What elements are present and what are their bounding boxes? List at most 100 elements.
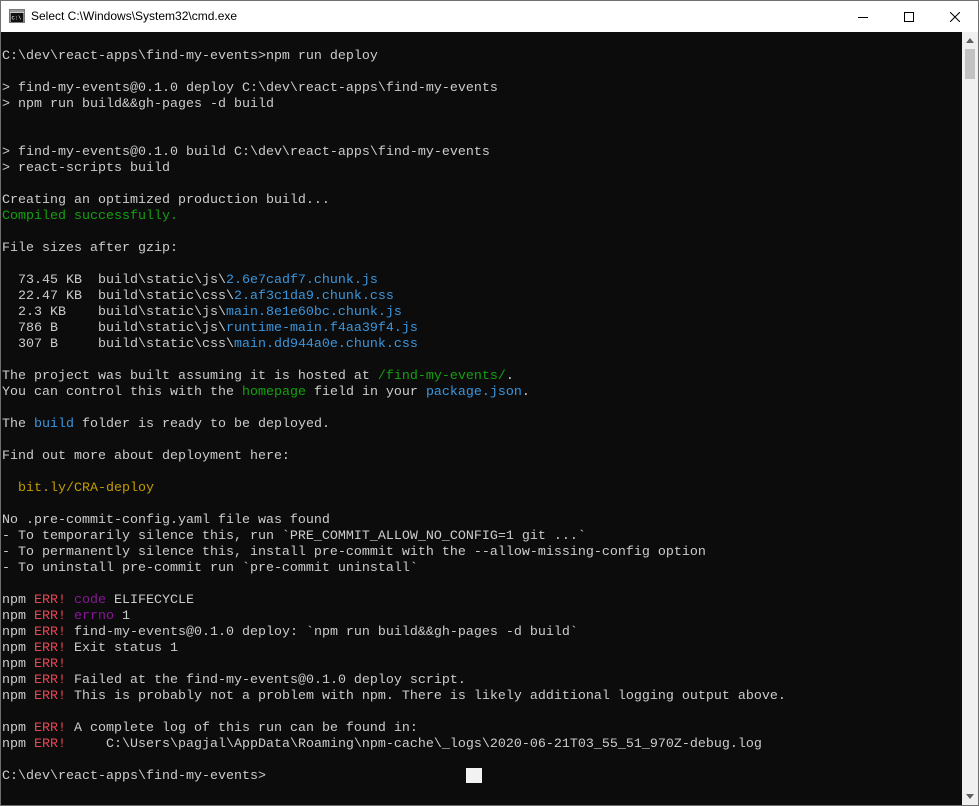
scroll-up-arrow-icon	[966, 38, 974, 43]
console-text-segment: > find-my-events@0.1.0 build C:\dev\reac…	[2, 145, 490, 160]
console-line: No .pre-commit-config.yaml file was foun…	[2, 513, 786, 529]
console-text-segment: ERR!	[34, 689, 66, 704]
console-line: npm ERR! Failed at the find-my-events@0.…	[2, 673, 786, 689]
console-text-segment: ERR!	[34, 721, 66, 736]
console-text-segment	[66, 593, 74, 608]
scroll-down-arrow-icon	[966, 794, 974, 799]
console-line: - To temporarily silence this, run `PRE_…	[2, 529, 786, 545]
scroll-down-button[interactable]	[962, 788, 978, 805]
console-line: C:\dev\react-apps\find-my-events>npm run…	[2, 49, 786, 65]
console-text-segment: 2.3 KB build\static\js\	[2, 305, 226, 320]
console-text-segment: ERR!	[34, 737, 66, 752]
console-line: 307 B build\static\css\main.dd944a0e.chu…	[2, 337, 786, 353]
console-text-segment: npm	[2, 625, 34, 640]
console-text-segment: bit.ly/CRA-deploy	[18, 481, 154, 496]
text-cursor	[466, 768, 482, 783]
console-text-segment: main.dd944a0e.chunk.css	[233, 337, 418, 352]
console-text-segment: Exit status 1	[66, 641, 178, 656]
console-text-segment: C:\dev\react-apps\find-my-events>npm run…	[2, 49, 378, 64]
console-line: 22.47 KB build\static\css\2.af3c1da9.chu…	[2, 289, 786, 305]
console-text-segment: - To temporarily silence this, run `PRE_…	[2, 529, 586, 544]
minimize-icon	[858, 16, 868, 18]
console-text-segment: The project was built assuming it is hos…	[2, 369, 378, 384]
console-text-segment: npm	[2, 657, 34, 672]
console-line: npm ERR! Exit status 1	[2, 641, 786, 657]
minimize-button[interactable]	[840, 1, 886, 32]
scroll-up-button[interactable]	[962, 32, 978, 49]
console-text-segment: ERR!	[34, 609, 66, 624]
console-text-segment: build	[34, 417, 74, 432]
console-line: bit.ly/CRA-deploy	[2, 481, 786, 497]
console-line: C:\dev\react-apps\find-my-events>	[2, 769, 786, 785]
close-button[interactable]	[932, 1, 978, 32]
console-text-segment: 73.45 KB build\static\js\	[2, 273, 226, 288]
console-line: - To permanently silence this, install p…	[2, 545, 786, 561]
console-line: npm ERR! find-my-events@0.1.0 deploy: `n…	[2, 625, 786, 641]
console-text-segment: 307 B build\static\css\	[2, 337, 234, 352]
console-line: - To uninstall pre-commit run `pre-commi…	[2, 561, 786, 577]
console-text-segment: .	[505, 369, 514, 384]
title-bar[interactable]: C:\ Select C:\Windows\System32\cmd.exe	[1, 1, 978, 32]
console-text-segment: homepage	[241, 385, 306, 400]
console-output[interactable]: C:\dev\react-apps\find-my-events> npm run…	[1, 32, 962, 805]
console-line: npm ERR! errno 1	[2, 609, 786, 625]
console-line: npm ERR! A complete log of this run can …	[2, 721, 786, 737]
console-text-segment: > find-my-events@0.1.0 deploy C:\dev\rea…	[2, 81, 498, 96]
console-text-segment: Creating an optimized production build..…	[2, 193, 330, 208]
console-text-segment: .	[521, 385, 530, 400]
console-text-segment: /find-my-events/	[377, 369, 506, 384]
console-text-segment: This is probably not a problem with npm.…	[66, 689, 786, 704]
console-text-segment: npm	[2, 641, 34, 656]
console-text-segment: No .pre-commit-config.yaml file was foun…	[2, 513, 330, 528]
console-text-segment	[2, 481, 18, 496]
console-text-segment	[66, 609, 74, 624]
close-icon	[950, 11, 960, 22]
console-text-segment: Failed at the find-my-events@0.1.0 deplo…	[66, 673, 466, 688]
console-line: The build folder is ready to be deployed…	[2, 417, 786, 433]
scrollbar-thumb[interactable]	[965, 49, 975, 79]
console-text-segment: > react-scripts build	[2, 161, 170, 176]
console-line: npm ERR! This is probably not a problem …	[2, 689, 786, 705]
console-text-segment: 1	[114, 609, 130, 624]
console-text-segment: ERR!	[34, 673, 66, 688]
console-text-segment: ERR!	[34, 657, 66, 672]
console-text-segment: code	[74, 593, 106, 608]
vertical-scrollbar[interactable]	[962, 32, 978, 805]
console-line: npm ERR!	[2, 657, 786, 673]
cmd-app-icon[interactable]: C:\	[9, 9, 25, 23]
console-text-segment: - To uninstall pre-commit run `pre-commi…	[2, 561, 418, 576]
console-line: > react-scripts build	[2, 161, 786, 177]
maximize-button[interactable]	[886, 1, 932, 32]
console-line: > find-my-events@0.1.0 build C:\dev\reac…	[2, 145, 786, 161]
console-text-segment: npm	[2, 593, 34, 608]
console-text-segment: ERR!	[34, 641, 66, 656]
console-line: 2.3 KB build\static\js\main.8e1e60bc.chu…	[2, 305, 786, 321]
console-line: npm ERR! code ELIFECYCLE	[2, 593, 786, 609]
console-text-segment: ERR!	[34, 625, 66, 640]
console-text-segment: runtime-main.f4aa39f4.js	[225, 321, 418, 336]
console-line: File sizes after gzip:	[2, 241, 786, 257]
console-text-segment: The	[2, 417, 34, 432]
console-text-segment: > npm run build&&gh-pages -d build	[2, 97, 274, 112]
console-line: > npm run build&&gh-pages -d build	[2, 97, 786, 113]
console-text-segment: Find out more about deployment here:	[2, 449, 290, 464]
console-line: 786 B build\static\js\runtime-main.f4aa3…	[2, 321, 786, 337]
console-line: You can control this with the homepage f…	[2, 385, 786, 401]
console-text-segment: npm	[2, 721, 34, 736]
console-text-segment: C:\dev\react-apps\find-my-events>	[2, 769, 266, 784]
console-text-segment: npm	[2, 737, 34, 752]
console-text-segment: 2.6e7cadf7.chunk.js	[225, 273, 378, 288]
console-text-segment: C:\Users\pagjal\AppData\Roaming\npm-cach…	[66, 737, 762, 752]
cmd-window: C:\ Select C:\Windows\System32\cmd.exe C…	[0, 0, 979, 806]
